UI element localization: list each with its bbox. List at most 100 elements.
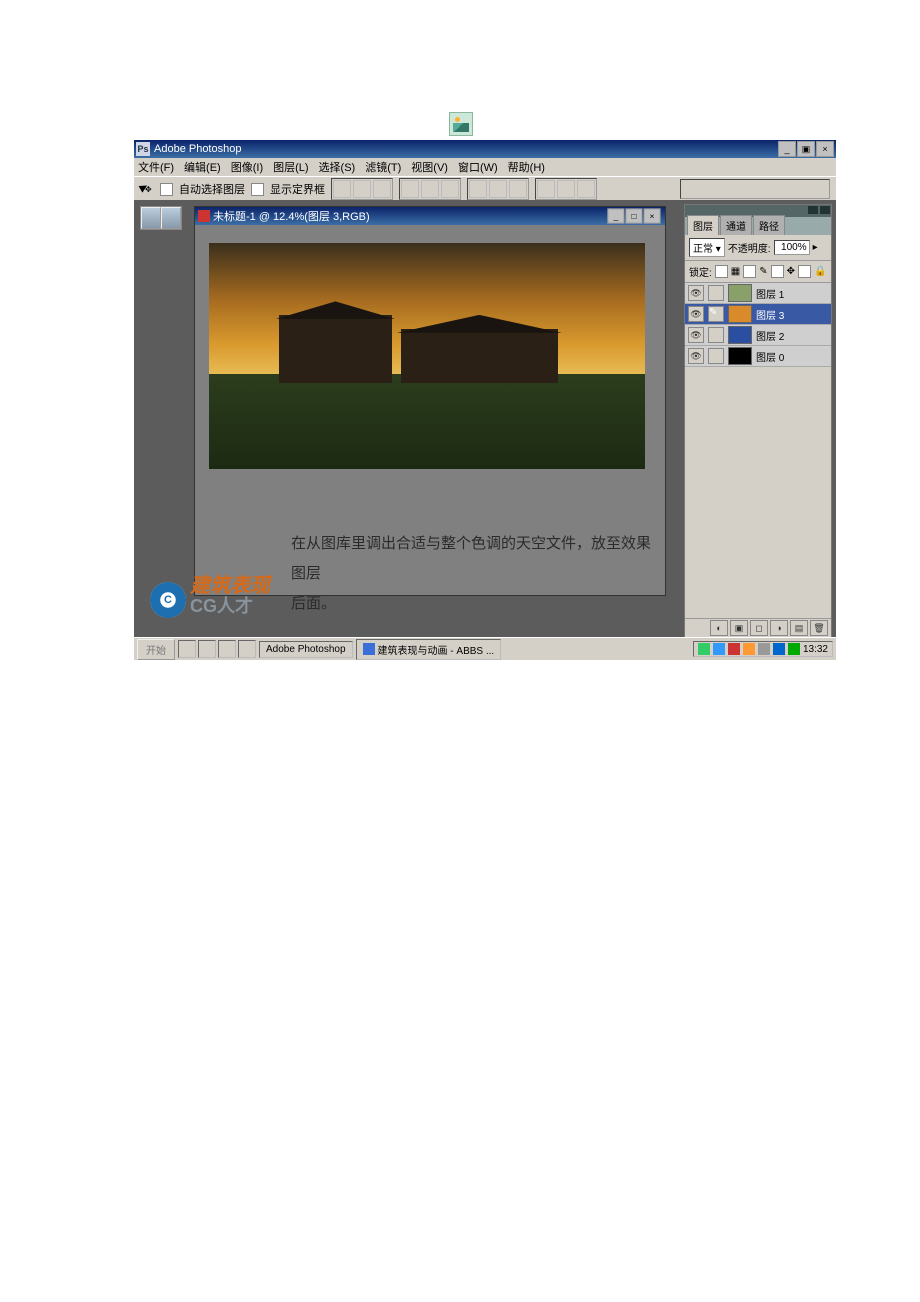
tray-icon[interactable] [713,643,725,655]
mask-button[interactable]: ▣ [730,620,748,636]
ql-icon[interactable] [218,640,236,658]
menu-edit[interactable]: 编辑(E) [184,159,221,175]
link-box[interactable] [708,285,724,301]
close-button[interactable]: × [816,141,834,157]
link-box[interactable] [708,348,724,364]
menu-window[interactable]: 窗口(W) [458,159,498,175]
tab-paths[interactable]: 路径 [753,215,785,235]
task-photoshop[interactable]: Adobe Photoshop [259,641,353,658]
show-bounds-checkbox[interactable] [251,183,264,196]
menu-select[interactable]: 选择(S) [319,159,356,175]
new-layer-button[interactable]: ▤ [790,620,808,636]
maximize-button[interactable]: ▣ [797,141,815,157]
ql-icon[interactable] [238,640,256,658]
link-box[interactable] [708,327,724,343]
ql-icon[interactable] [198,640,216,658]
align-btn[interactable] [401,180,419,198]
dist-btn[interactable] [509,180,527,198]
align-btn[interactable] [353,180,371,198]
align-btn[interactable] [421,180,439,198]
dist-btn[interactable] [537,180,555,198]
dist-btn[interactable] [577,180,595,198]
start-button[interactable]: 开始 [137,639,175,660]
distribute-group-1 [467,178,529,200]
doc-minimize[interactable]: _ [607,208,624,223]
doc-close[interactable]: × [643,208,660,223]
opacity-arrow[interactable]: ▸ [813,242,818,253]
folder-button[interactable]: ◻ [750,620,768,636]
lock-paint[interactable] [743,265,756,278]
eye-icon[interactable]: 👁 [688,327,704,343]
titlebar[interactable]: Ps Adobe Photoshop _ ▣ × [134,140,836,158]
distribute-group-2 [535,178,597,200]
ime-icon[interactable] [788,643,800,655]
quick-launch [178,640,256,658]
layer-name: 图层 2 [756,328,784,343]
minimize-button[interactable]: _ [778,141,796,157]
eye-icon[interactable]: 👁 [688,306,704,322]
document-window[interactable]: 未标题-1 @ 12.4%(图层 3,RGB) _ □ × 在从图库里调出合适与… [194,206,666,596]
link-box[interactable]: ✎ [708,306,724,322]
layer-name: 图层 3 [756,307,784,322]
opacity-value[interactable]: 100% [774,240,810,255]
layer-row[interactable]: 👁图层 0 [685,346,831,367]
doc-maximize[interactable]: □ [625,208,642,223]
lock-move[interactable] [771,265,784,278]
trash-button[interactable]: 🗑 [810,620,828,636]
clock[interactable]: 13:32 [803,644,828,655]
auto-select-checkbox[interactable] [160,183,173,196]
eye-icon[interactable]: 👁 [688,285,704,301]
align-btn[interactable] [441,180,459,198]
tab-layers[interactable]: 图层 [687,215,719,235]
lock-all[interactable] [798,265,811,278]
tray-icon[interactable] [758,643,770,655]
menu-layer[interactable]: 图层(L) [273,159,308,175]
align-btn[interactable] [373,180,391,198]
tray-icon[interactable] [698,643,710,655]
menu-view[interactable]: 视图(V) [411,159,448,175]
tab-channels[interactable]: 通道 [720,215,752,235]
menu-image[interactable]: 图像(I) [231,159,263,175]
layers-panel[interactable]: 图层 通道 路径 正常 ▾ 不透明度: 100%▸ 锁定: ▦ ✎ ✥ 🔒 👁图… [684,204,832,638]
layer-row[interactable]: 👁图层 1 [685,283,831,304]
tray-icon[interactable] [743,643,755,655]
eye-icon[interactable]: 👁 [688,348,704,364]
placeholder-image-icon [449,112,473,136]
menu-file[interactable]: 文件(F) [138,159,174,175]
doc-title: 未标题-1 @ 12.4%(图层 3,RGB) [213,208,370,224]
blend-row: 正常 ▾ 不透明度: 100%▸ [685,235,831,261]
dist-btn[interactable] [557,180,575,198]
menu-filter[interactable]: 滤镜(T) [365,159,401,175]
show-bounds-label: 显示定界框 [270,181,325,197]
opacity-label: 不透明度: [728,240,771,255]
adjust-button[interactable]: ◑ [770,620,788,636]
layer-row[interactable]: 👁✎ 图层 3 [685,304,831,325]
tray-icon[interactable] [728,643,740,655]
canvas[interactable] [209,243,645,469]
menu-help[interactable]: 帮助(H) [508,159,545,175]
caption-text: 在从图库里调出合适与整个色调的天空文件，放至效果图层 后面。 [291,529,665,619]
lock-trans[interactable] [715,265,728,278]
workarea: 未标题-1 @ 12.4%(图层 3,RGB) _ □ × 在从图库里调出合适与… [134,200,836,642]
dist-btn[interactable] [489,180,507,198]
dist-btn[interactable] [469,180,487,198]
align-btn[interactable] [333,180,351,198]
toolbox-fragment[interactable] [140,206,182,230]
auto-select-label: 自动选择图层 [179,181,245,197]
taskbar: 开始 Adobe Photoshop 建筑表现与动画 - ABBS ... 13… [134,637,836,660]
ground-layer [209,374,645,469]
tray-icon[interactable] [773,643,785,655]
fx-button[interactable]: ◐ [710,620,728,636]
app-icon: Ps [136,142,150,156]
system-tray: 13:32 [693,641,833,657]
watermark-logo: C [150,582,186,618]
palette-well[interactable] [680,179,830,199]
layer-row[interactable]: 👁 图层 2 [685,325,831,346]
doc-titlebar[interactable]: 未标题-1 @ 12.4%(图层 3,RGB) _ □ × [195,207,665,225]
blend-mode-select[interactable]: 正常 ▾ [689,238,725,257]
layer-thumb [728,347,752,365]
photoshop-window: Ps Adobe Photoshop _ ▣ × 文件(F) 编辑(E) 图像(… [134,140,836,660]
lock-label: 锁定: [689,264,712,279]
ql-icon[interactable] [178,640,196,658]
task-abbs[interactable]: 建筑表现与动画 - ABBS ... [356,639,502,660]
